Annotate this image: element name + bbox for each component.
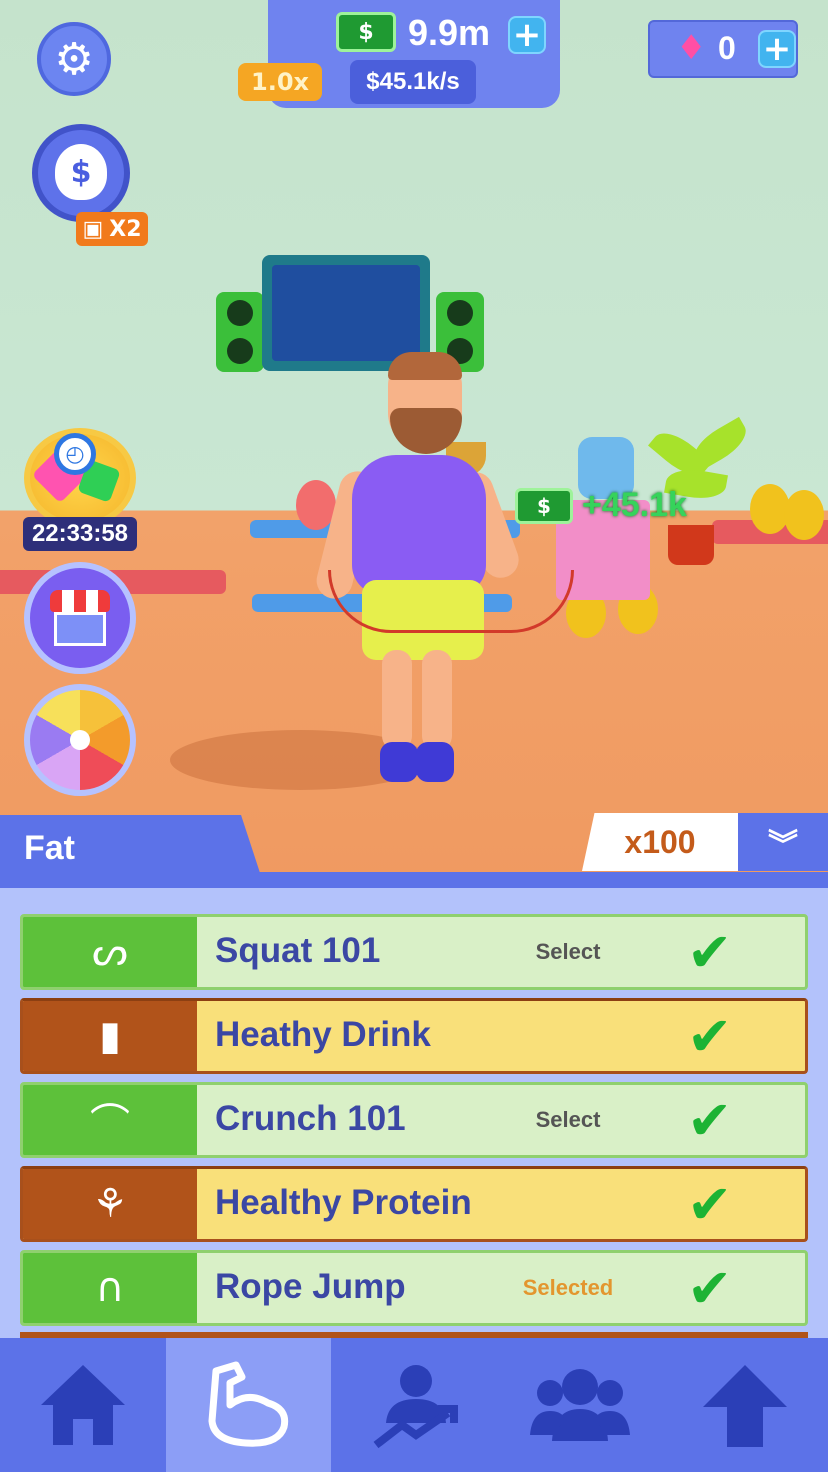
list-item[interactable]: ⌒ Crunch 101 Select ✔ xyxy=(20,1082,808,1158)
list-item[interactable]: ∩ Rope Jump Selected ✔ xyxy=(20,1250,808,1326)
exercise-label: Heathy Drink xyxy=(215,1015,431,1054)
shop-button[interactable] xyxy=(24,562,136,674)
bottom-nav xyxy=(0,1338,828,1472)
nav-training[interactable] xyxy=(165,1338,332,1472)
check-icon: ✔ xyxy=(687,1089,733,1152)
stopwatch-icon: ◴ xyxy=(54,433,96,475)
team-icon xyxy=(529,1369,630,1441)
character-shoe xyxy=(380,742,418,782)
check-icon: ✔ xyxy=(687,1257,733,1320)
add-cash-button[interactable]: + xyxy=(508,15,546,55)
crunch-icon: ⌒ xyxy=(23,1085,197,1155)
character-hair xyxy=(388,352,462,380)
nav-trainer[interactable] xyxy=(331,1338,497,1472)
character-leg xyxy=(422,650,452,750)
money-bag-icon: $ xyxy=(55,144,107,200)
collapse-panel-button[interactable]: ︾ xyxy=(738,813,828,871)
cash-icon: $ xyxy=(336,12,396,52)
select-button[interactable]: Select xyxy=(513,939,623,965)
list-item[interactable]: ⚘ Healthy Protein ✔ xyxy=(20,1166,808,1242)
jump-rope-icon: ∩ xyxy=(23,1253,197,1323)
squat-icon: ᔕ xyxy=(23,917,197,987)
home-icon xyxy=(40,1365,125,1445)
exercise-list: ᔕ Squat 101 Select ✔ ▮ Heathy Drink ✔ ⌒ … xyxy=(0,888,828,1338)
floating-income: +45.1k xyxy=(582,486,687,524)
gear-icon: ⚙ xyxy=(54,33,94,85)
video-x2-badge: ▣ X2 xyxy=(76,212,148,246)
character-shoe xyxy=(416,742,454,782)
exercise-label: Squat 101 xyxy=(215,931,381,970)
income-multiplier[interactable]: 1.0x xyxy=(238,63,322,101)
exercise-label: Healthy Protein xyxy=(215,1183,472,1222)
gem-value: 0 xyxy=(718,30,736,66)
nav-home[interactable] xyxy=(0,1338,166,1472)
character-leg xyxy=(382,650,412,750)
plus-icon: + xyxy=(762,29,792,69)
exercise-label: Crunch 101 xyxy=(215,1099,406,1138)
nav-team[interactable] xyxy=(497,1338,663,1472)
add-gems-button[interactable]: + xyxy=(758,29,796,69)
plant-pot xyxy=(668,525,714,565)
income-rate: $45.1k/s xyxy=(350,60,476,104)
tab-fat[interactable]: Fat xyxy=(0,815,262,879)
jump-rope xyxy=(328,570,574,633)
selected-status: Selected xyxy=(522,1275,614,1300)
quantity-selector[interactable]: x100 xyxy=(582,813,738,871)
trainer-icon xyxy=(373,1365,458,1449)
shop-icon xyxy=(50,590,110,646)
plant-leaf xyxy=(687,416,753,472)
exercise-label: Rope Jump xyxy=(215,1267,406,1306)
check-icon: ✔ xyxy=(687,921,733,984)
upgrade-arrow-icon xyxy=(703,1365,788,1447)
rack-dumbbell-plate xyxy=(784,490,824,540)
wheel-hub xyxy=(70,730,90,750)
check-icon: ✔ xyxy=(687,1005,733,1068)
settings-button[interactable]: ⚙ xyxy=(37,22,111,96)
cash-value: 9.9m xyxy=(408,12,491,53)
list-item[interactable]: ▮ Heathy Drink ✔ xyxy=(20,998,808,1074)
muscle-icon xyxy=(208,1361,289,1447)
list-item[interactable]: ᔕ Squat 101 Select ✔ xyxy=(20,914,808,990)
food-icon: ⚘ xyxy=(23,1169,197,1239)
offer-timer: 22:33:58 xyxy=(23,517,137,551)
video-icon: ▣ xyxy=(82,216,104,242)
floating-cash-icon: $ xyxy=(515,488,573,524)
select-button[interactable]: Select xyxy=(513,1107,623,1133)
x2-label: X2 xyxy=(109,216,142,242)
nav-upgrade[interactable] xyxy=(662,1338,828,1472)
left-speaker xyxy=(216,292,264,372)
check-icon: ✔ xyxy=(687,1173,733,1236)
gem-icon: ♦ xyxy=(676,28,707,68)
bottle-icon: ▮ xyxy=(23,1001,197,1071)
chevron-double-down-icon: ︾ xyxy=(768,828,798,863)
plus-icon: + xyxy=(512,15,542,55)
